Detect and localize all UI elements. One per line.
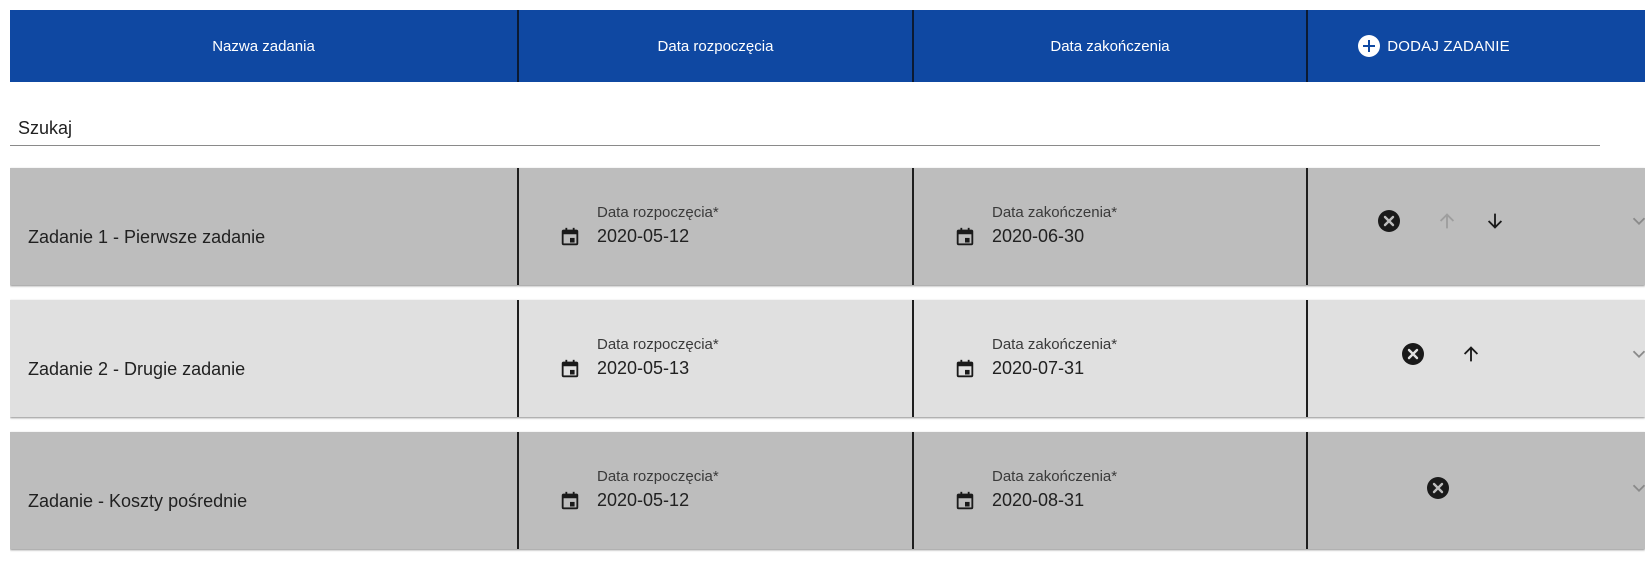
end-date-value[interactable]: 2020-06-30 [992,226,1084,247]
start-date-field[interactable]: Data rozpoczęcia* 2020-05-12 [559,468,879,518]
remove-icon [1378,210,1400,232]
end-date-cell: Data zakończenia* 2020-07-31 [912,300,1306,417]
header-end-date: Data zakończenia [912,10,1306,82]
table-row: Zadanie 2 - Drugie zadanie Data rozpoczę… [10,300,1645,417]
add-task-button[interactable]: DODAJ ZADANIE [1357,34,1510,58]
table-row: Zadanie - Koszty pośrednie Data rozpoczę… [10,432,1645,549]
calendar-icon[interactable] [954,490,976,512]
start-date-value[interactable]: 2020-05-12 [597,490,689,511]
remove-icon [1427,477,1449,499]
chevron-down-icon [1632,484,1645,493]
end-date-field[interactable]: Data zakończenia* 2020-07-31 [954,336,1274,386]
start-date-label: Data rozpoczęcia* [597,204,719,221]
end-date-field[interactable]: Data zakończenia* 2020-08-31 [954,468,1274,518]
start-date-label: Data rozpoczęcia* [597,336,719,353]
start-date-field[interactable]: Data rozpoczęcia* 2020-05-13 [559,336,879,386]
chevron-down-icon [1632,217,1645,226]
start-date-value[interactable]: 2020-05-13 [597,358,689,379]
table-header: Nazwa zadania Data rozpoczęcia Data zako… [10,10,1645,82]
add-task-label: DODAJ ZADANIE [1387,37,1510,55]
expand-button[interactable] [1626,341,1645,367]
add-circle-icon [1358,35,1381,57]
start-date-label: Data rozpoczęcia* [597,468,719,485]
remove-task-button[interactable] [1400,341,1426,367]
remove-task-button[interactable] [1376,208,1402,234]
end-date-value[interactable]: 2020-07-31 [992,358,1084,379]
header-start-date-label: Data rozpoczęcia [657,37,774,55]
table-row: Zadanie 1 - Pierwsze zadanie Data rozpoc… [10,168,1645,285]
start-date-cell: Data rozpoczęcia* 2020-05-13 [517,300,912,417]
start-date-cell: Data rozpoczęcia* 2020-05-12 [517,168,912,285]
header-start-date: Data rozpoczęcia [517,10,912,82]
start-date-field[interactable]: Data rozpoczęcia* 2020-05-12 [559,204,879,254]
header-end-date-label: Data zakończenia [1050,37,1170,55]
calendar-icon[interactable] [954,226,976,248]
task-name: Zadanie - Koszty pośrednie [28,491,248,511]
expand-button[interactable] [1626,208,1645,234]
actions-cell [1306,300,1645,417]
move-up-button[interactable] [1434,208,1460,234]
remove-task-button[interactable] [1425,475,1451,501]
expand-button[interactable] [1626,475,1645,501]
task-name-cell: Zadanie 2 - Drugie zadanie [10,300,517,417]
start-date-cell: Data rozpoczęcia* 2020-05-12 [517,432,912,549]
remove-icon [1402,343,1424,365]
task-table: Nazwa zadania Data rozpoczęcia Data zako… [10,10,1645,570]
end-date-cell: Data zakończenia* 2020-06-30 [912,168,1306,285]
end-date-label: Data zakończenia* [992,204,1118,221]
start-date-value[interactable]: 2020-05-12 [597,226,689,247]
calendar-icon[interactable] [954,358,976,380]
end-date-label: Data zakończenia* [992,468,1118,485]
search-area [10,92,1645,168]
task-name-cell: Zadanie - Koszty pośrednie [10,432,517,549]
header-task-name: Nazwa zadania [10,10,517,82]
task-name-cell: Zadanie 1 - Pierwsze zadanie [10,168,517,285]
arrow-down-icon [1487,213,1503,229]
arrow-up-icon [1463,346,1479,362]
header-actions: DODAJ ZADANIE [1306,10,1645,82]
task-name: Zadanie 1 - Pierwsze zadanie [28,227,266,247]
end-date-value[interactable]: 2020-08-31 [992,490,1084,511]
calendar-icon[interactable] [559,490,581,512]
arrow-up-icon [1439,213,1455,229]
actions-cell [1306,432,1645,549]
header-task-name-label: Nazwa zadania [212,37,315,55]
end-date-field[interactable]: Data zakończenia* 2020-06-30 [954,204,1274,254]
search-input[interactable] [10,112,1600,146]
move-up-button[interactable] [1458,341,1484,367]
actions-cell [1306,168,1645,285]
chevron-down-icon [1632,350,1645,359]
end-date-label: Data zakończenia* [992,336,1118,353]
end-date-cell: Data zakończenia* 2020-08-31 [912,432,1306,549]
calendar-icon[interactable] [559,226,581,248]
calendar-icon[interactable] [559,358,581,380]
task-name: Zadanie 2 - Drugie zadanie [28,359,246,379]
move-down-button[interactable] [1482,208,1508,234]
